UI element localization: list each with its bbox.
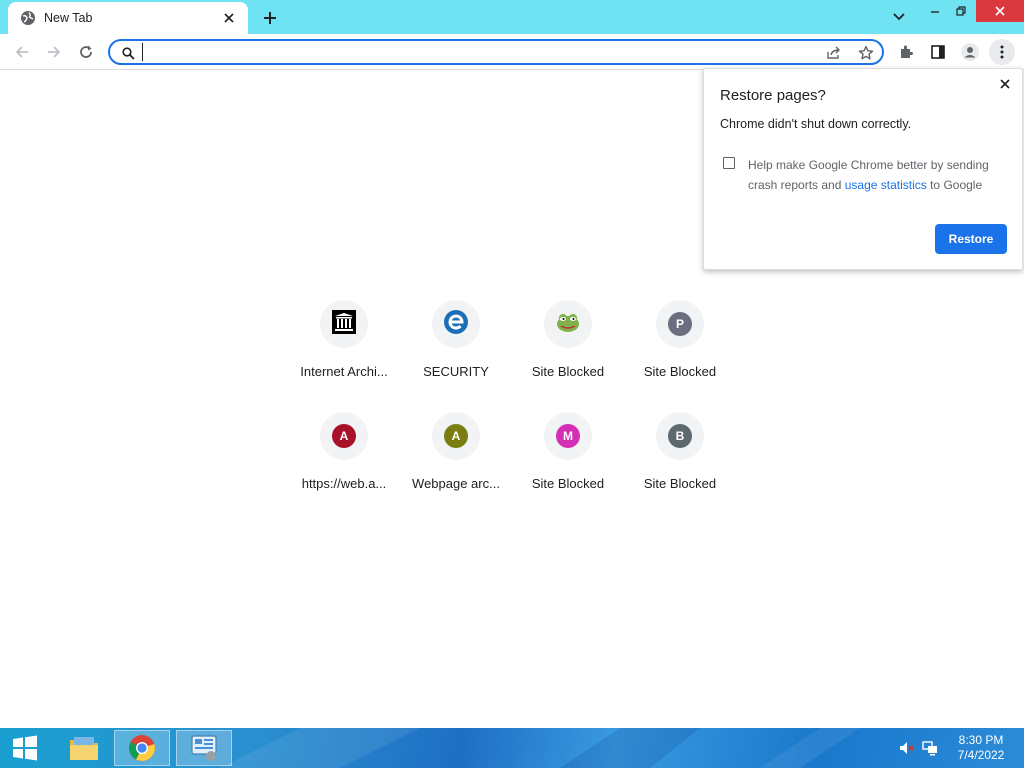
checkbox-text-end: to Google — [926, 178, 983, 192]
shortcut-tile[interactable]: SECURITY — [400, 300, 512, 412]
new-tab-button[interactable] — [258, 6, 282, 30]
shortcut-icon-circle: A — [320, 412, 368, 460]
share-icon[interactable] — [824, 44, 844, 62]
shortcut-tile[interactable]: A Webpage arc... — [400, 412, 512, 524]
bookmark-star-icon[interactable] — [856, 44, 876, 62]
internet-archive-icon — [332, 309, 356, 339]
close-window-button[interactable] — [976, 0, 1024, 22]
shortcut-tile[interactable]: Internet Archi... — [288, 300, 400, 412]
letter-m-icon: M — [556, 424, 580, 448]
globe-icon — [20, 10, 36, 26]
reload-button[interactable] — [72, 38, 100, 66]
forward-button[interactable] — [40, 38, 68, 66]
start-button[interactable] — [0, 730, 50, 766]
shortcut-label: https://web.a... — [301, 476, 387, 491]
system-clock[interactable]: 8:30 PM 7/4/2022 — [948, 733, 1014, 763]
frog-icon — [555, 310, 581, 339]
letter-a-icon: A — [444, 424, 468, 448]
tab-search-chevron-icon[interactable] — [884, 6, 914, 28]
close-icon[interactable] — [996, 75, 1014, 93]
shortcut-tile[interactable]: M Site Blocked — [512, 412, 624, 524]
side-panel-button[interactable] — [925, 39, 951, 65]
crash-report-label: Help make Google Chrome better by sendin… — [748, 155, 1008, 195]
network-icon[interactable] — [922, 740, 938, 756]
restore-window-button[interactable] — [946, 0, 976, 22]
shortcut-icon-circle — [544, 300, 592, 348]
clock-time: 8:30 PM — [958, 733, 1004, 747]
shortcut-tile[interactable]: A https://web.a... — [288, 412, 400, 524]
control-panel-taskbar-icon[interactable] — [176, 730, 232, 766]
file-explorer-taskbar-icon[interactable] — [56, 730, 112, 766]
letter-a-icon: A — [332, 424, 356, 448]
tab-close-icon[interactable] — [220, 9, 238, 27]
usage-statistics-link[interactable]: usage statistics — [845, 178, 927, 192]
chrome-taskbar-icon[interactable] — [114, 730, 170, 766]
crash-report-checkbox[interactable] — [723, 157, 735, 169]
shortcut-label: Site Blocked — [531, 476, 605, 491]
dialog-message: Chrome didn't shut down correctly. — [720, 117, 912, 131]
restore-pages-dialog: Restore pages? Chrome didn't shut down c… — [703, 68, 1023, 270]
address-input[interactable] — [142, 43, 783, 61]
address-bar[interactable] — [108, 39, 884, 65]
shortcut-label: Site Blocked — [643, 364, 717, 379]
shortcut-icon-circle: A — [432, 412, 480, 460]
shortcut-tile[interactable]: B Site Blocked — [624, 412, 736, 524]
letter-b-icon: B — [668, 424, 692, 448]
dialog-title: Restore pages? — [720, 87, 826, 104]
search-icon — [120, 45, 136, 61]
shortcut-icon-circle: B — [656, 412, 704, 460]
clock-date: 7/4/2022 — [957, 748, 1005, 762]
toolbar — [0, 34, 1024, 70]
title-bar: New Tab — [0, 0, 1024, 34]
shortcut-icon-circle: M — [544, 412, 592, 460]
shortcut-label: Site Blocked — [531, 364, 605, 379]
shortcut-icon-circle: P — [656, 300, 704, 348]
tab-new-tab[interactable]: New Tab — [8, 2, 248, 34]
shortcut-label: Site Blocked — [643, 476, 717, 491]
shortcut-tile[interactable]: P Site Blocked — [624, 300, 736, 412]
shortcut-icon-circle — [320, 300, 368, 348]
chrome-menu-button[interactable] — [989, 39, 1015, 65]
shortcut-label: SECURITY — [423, 364, 489, 379]
ie-icon — [443, 309, 469, 340]
tab-title: New Tab — [44, 11, 93, 25]
volume-muted-icon[interactable] — [898, 740, 914, 756]
letter-p-icon: P — [668, 312, 692, 336]
shortcut-label: Internet Archi... — [300, 364, 388, 379]
shortcut-tile[interactable]: Site Blocked — [512, 300, 624, 412]
extensions-button[interactable] — [893, 39, 919, 65]
back-button[interactable] — [8, 38, 36, 66]
shortcut-label: Webpage arc... — [412, 476, 500, 491]
profile-avatar-button[interactable] — [957, 39, 983, 65]
taskbar: 8:30 PM 7/4/2022 — [0, 728, 1024, 768]
shortcut-icon-circle — [432, 300, 480, 348]
restore-button[interactable]: Restore — [935, 224, 1007, 254]
